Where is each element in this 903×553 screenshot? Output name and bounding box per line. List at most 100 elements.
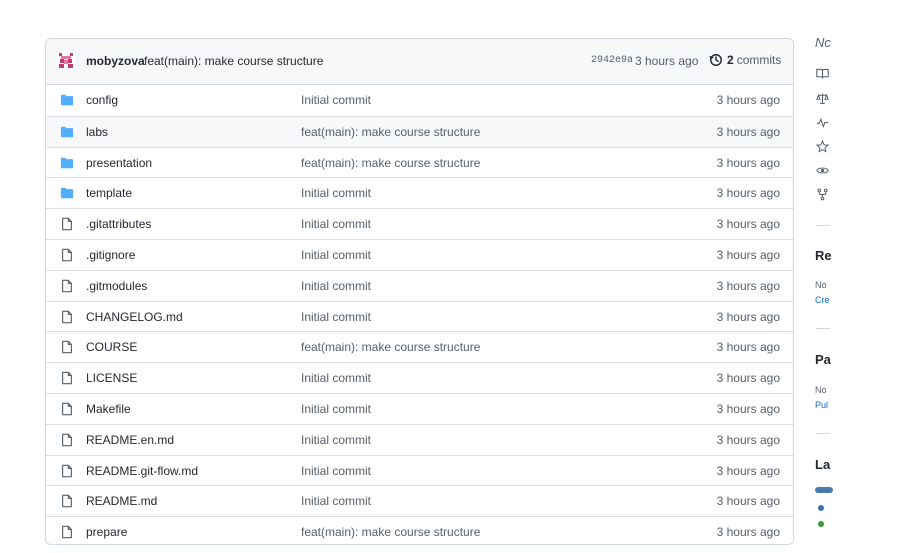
file-name-link[interactable]: .gitmodules <box>86 279 147 293</box>
file-commit-age: 3 hours ago <box>716 278 780 293</box>
file-row[interactable]: presentation feat(main): make course stru… <box>46 146 793 178</box>
latest-commit-bar: mobyzova feat(main): make course structu… <box>46 39 793 85</box>
folder-icon <box>60 188 74 199</box>
file-row[interactable]: .gitattributes Initial commit 3 hours ago <box>46 208 793 239</box>
file-commit-message-link[interactable]: feat(main): make course structure <box>301 156 480 170</box>
file-row[interactable]: README.en.md Initial commit 3 hours ago <box>46 423 793 455</box>
file-icon <box>62 217 72 231</box>
file-commit-age: 3 hours ago <box>716 309 780 324</box>
commits-label: commits <box>736 53 782 67</box>
file-name-link[interactable]: README.en.md <box>86 433 174 447</box>
file-icon <box>62 495 72 508</box>
file-commit-message-link[interactable]: Initial commit <box>301 279 371 293</box>
releases-empty-text: No <box>815 280 827 290</box>
file-commit-age: 3 hours ago <box>716 247 780 262</box>
commits-count: 2 <box>727 53 734 67</box>
file-row[interactable]: README.git-flow.md Initial commit 3 hours … <box>46 454 793 486</box>
file-icon <box>62 371 72 385</box>
file-commit-message-link[interactable]: Initial commit <box>301 494 371 508</box>
fork-icon[interactable] <box>816 188 829 201</box>
sidebar-divider <box>816 433 830 434</box>
file-icon <box>62 279 72 293</box>
pulse-icon[interactable] <box>816 116 829 129</box>
file-name-link[interactable]: README.git-flow.md <box>86 464 198 478</box>
file-commit-age: 3 hours ago <box>716 371 780 386</box>
file-name-link[interactable]: CHANGELOG.md <box>86 310 183 324</box>
publish-package-link[interactable]: Pul <box>815 400 828 410</box>
star-icon[interactable] <box>816 140 829 153</box>
file-icon <box>62 525 72 539</box>
file-name-link[interactable]: README.md <box>86 494 157 508</box>
file-commit-age: 3 hours ago <box>716 155 780 170</box>
file-row[interactable]: template Initial commit 3 hours ago <box>46 177 793 208</box>
file-row[interactable]: labs feat(main): make course structure 3 h… <box>46 115 793 147</box>
file-commit-message-link[interactable]: Initial commit <box>301 402 371 416</box>
file-name-link[interactable]: LICENSE <box>86 371 137 385</box>
file-icon <box>62 248 72 262</box>
file-commit-message-link[interactable]: feat(main): make course structure <box>301 340 480 354</box>
packages-heading[interactable]: Pa <box>815 352 831 367</box>
file-commit-age: 3 hours ago <box>716 186 780 201</box>
file-name-link[interactable]: COURSE <box>86 340 137 354</box>
file-name-link[interactable]: .gitattributes <box>86 217 151 231</box>
file-name-link[interactable]: .gitignore <box>86 248 135 262</box>
file-commit-message-link[interactable]: Initial commit <box>301 310 371 324</box>
file-commit-message-link[interactable]: Initial commit <box>301 186 371 200</box>
file-icon <box>62 310 72 323</box>
file-commit-age: 3 hours ago <box>716 494 780 509</box>
file-commit-message-link[interactable]: Initial commit <box>301 248 371 262</box>
file-browser: mobyzova feat(main): make course structu… <box>45 38 794 545</box>
file-commit-age: 3 hours ago <box>716 401 780 416</box>
file-commit-message-link[interactable]: feat(main): make course structure <box>301 125 480 139</box>
file-row[interactable]: prepare feat(main): make course structure… <box>46 516 793 544</box>
file-commit-age: 3 hours ago <box>716 217 780 232</box>
commit-message[interactable]: feat(main): make course structure <box>144 54 323 68</box>
create-release-link[interactable]: Cre <box>815 295 830 305</box>
file-commit-message-link[interactable]: Initial commit <box>301 371 371 385</box>
commit-sha[interactable]: 2942e9a <box>591 55 633 66</box>
about-heading: Nc <box>815 35 831 50</box>
file-icon <box>62 464 72 477</box>
file-row[interactable]: COURSE feat(main): make course structure 3… <box>46 331 793 362</box>
file-row[interactable]: CHANGELOG.md Initial commit 3 hours ago <box>46 300 793 332</box>
file-name-link[interactable]: prepare <box>86 525 127 539</box>
history-icon <box>709 54 722 66</box>
file-commit-message-link[interactable]: Initial commit <box>301 93 371 107</box>
file-name-link[interactable]: config <box>86 93 118 107</box>
repo-sidebar: Nc Re No Cre Pa No Pul La <box>813 0 903 553</box>
law-icon[interactable] <box>816 92 829 105</box>
file-icon <box>62 433 72 447</box>
file-commit-message-link[interactable]: Initial commit <box>301 464 371 478</box>
file-commit-message-link[interactable]: Initial commit <box>301 217 371 231</box>
file-name-link[interactable]: template <box>86 186 132 200</box>
file-row[interactable]: Makefile Initial commit 3 hours ago <box>46 392 793 424</box>
eye-icon[interactable] <box>816 164 829 177</box>
folder-icon <box>60 126 74 138</box>
commit-author[interactable]: mobyzova <box>86 54 145 68</box>
file-name-link[interactable]: Makefile <box>86 402 131 416</box>
file-commit-message-link[interactable]: feat(main): make course structure <box>301 525 480 539</box>
file-name-link[interactable]: presentation <box>86 156 152 170</box>
file-commit-age: 3 hours ago <box>716 432 780 447</box>
file-row[interactable]: README.md Initial commit 3 hours ago <box>46 485 793 516</box>
folder-icon <box>60 157 74 168</box>
file-name-link[interactable]: labs <box>86 125 108 139</box>
file-row[interactable]: config Initial commit 3 hours ago <box>46 85 793 116</box>
file-icon <box>62 402 72 416</box>
file-row[interactable]: LICENSE Initial commit 3 hours ago <box>46 362 793 393</box>
commits-history-link[interactable]: 2 commits <box>709 53 781 67</box>
file-icon <box>62 341 72 354</box>
commit-time: 3 hours ago <box>635 54 699 68</box>
file-commit-age: 3 hours ago <box>716 93 780 107</box>
file-row[interactable]: .gitignore Initial commit 3 hours ago <box>46 238 793 270</box>
sidebar-divider <box>816 225 830 226</box>
releases-heading[interactable]: Re <box>815 248 832 263</box>
file-commit-age: 3 hours ago <box>716 340 780 355</box>
file-row[interactable]: .gitmodules Initial commit 3 hours ago <box>46 269 793 301</box>
sidebar-divider <box>816 328 830 329</box>
language-dot-secondary <box>818 521 824 527</box>
author-avatar[interactable] <box>57 52 75 70</box>
file-commit-message-link[interactable]: Initial commit <box>301 433 371 447</box>
file-commit-age: 3 hours ago <box>716 463 780 478</box>
book-icon[interactable] <box>816 67 829 80</box>
